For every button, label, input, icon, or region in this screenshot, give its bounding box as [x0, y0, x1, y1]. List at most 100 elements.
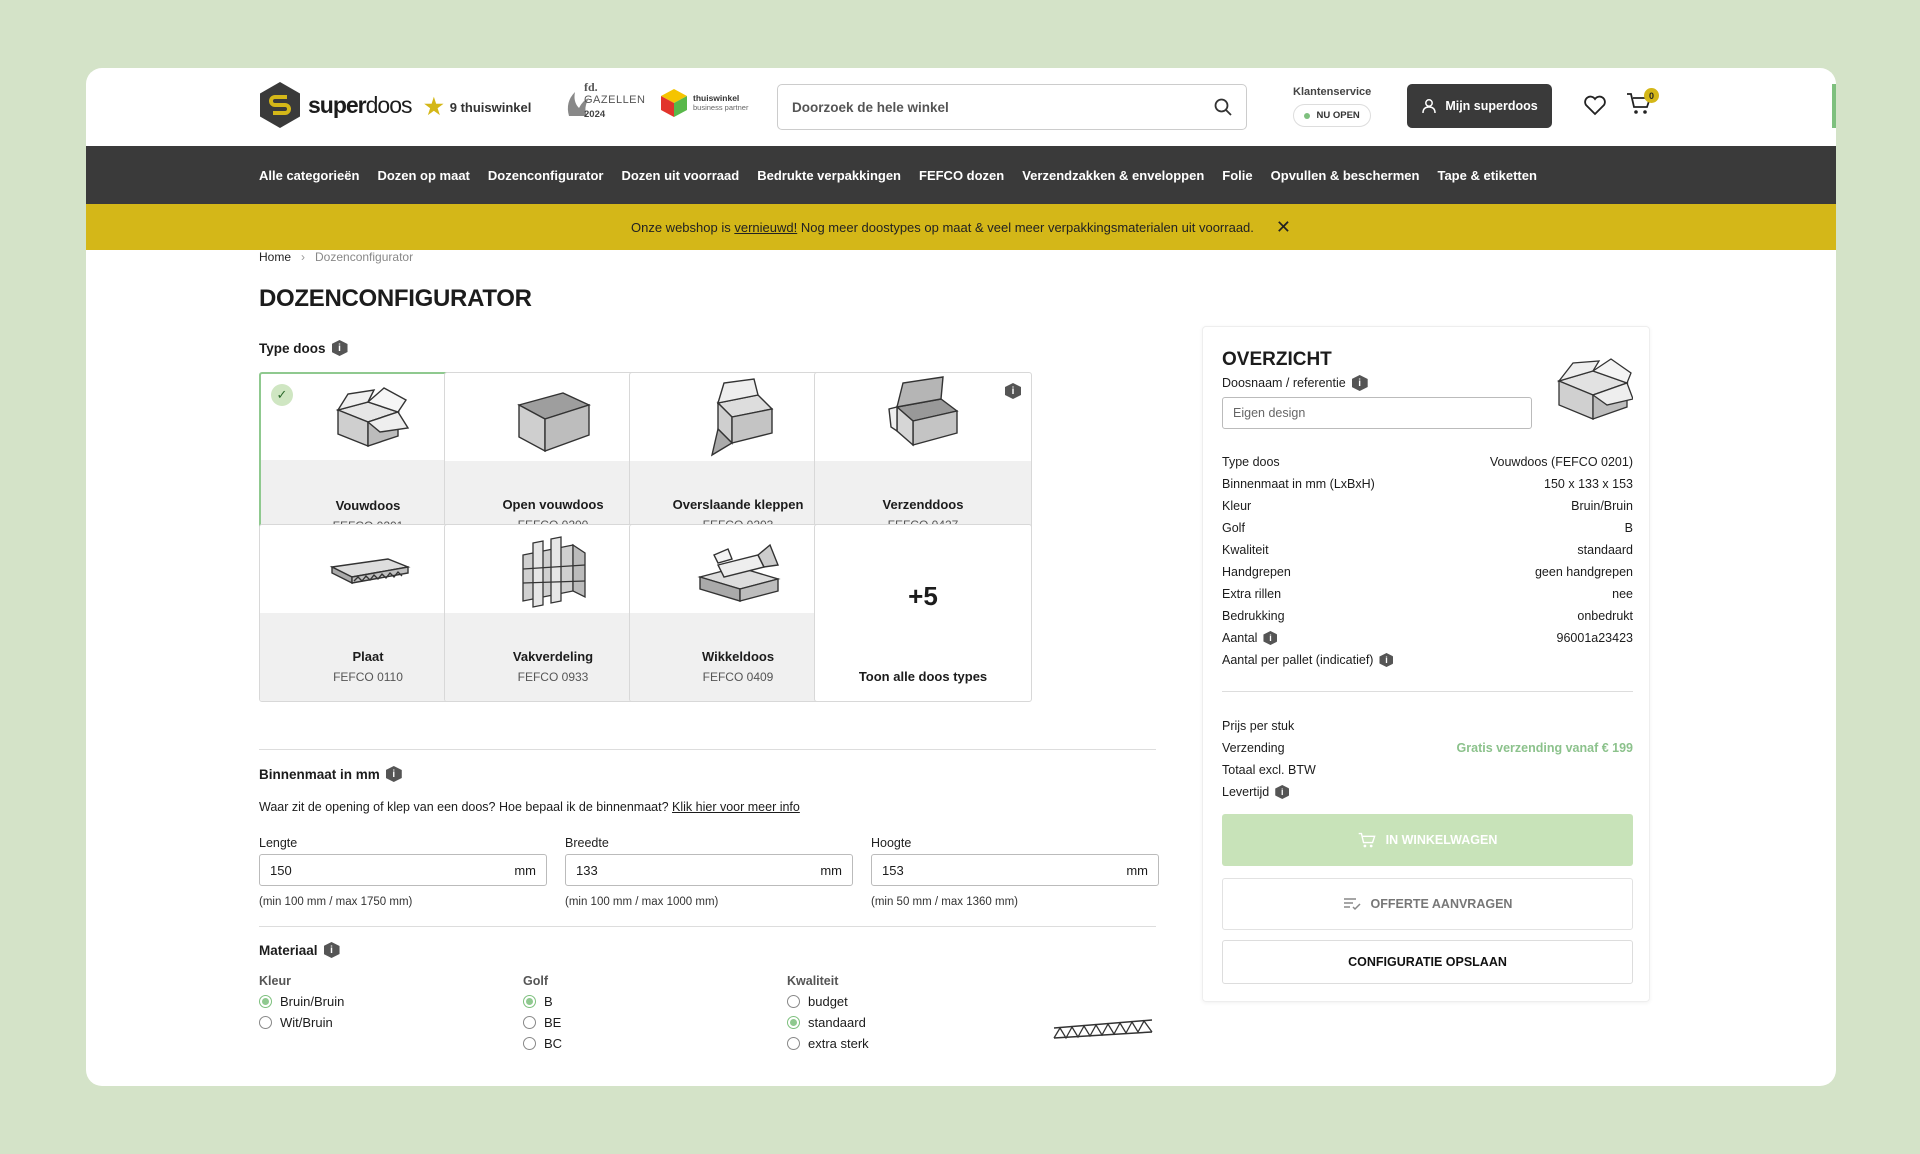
- dim-input[interactable]: 150 mm: [259, 854, 547, 886]
- name-field-label: Doosnaam / referentie i: [1222, 375, 1368, 391]
- overview-prices: Prijs per stuk Verzending Gratis verzendin…: [1222, 715, 1633, 803]
- dim-hint: (min 50 mm / max 1360 mm): [871, 896, 1018, 908]
- overview-row-label: Prijs per stuk: [1222, 719, 1294, 733]
- material-section-title: Materiaal i: [259, 942, 340, 958]
- radio-option[interactable]: standaard: [787, 1015, 869, 1030]
- info-icon[interactable]: i: [331, 340, 348, 356]
- dim-unit: mm: [514, 862, 536, 878]
- row-label-text: Aantal per pallet (indicatief): [1222, 653, 1374, 667]
- chevron-right-icon: ›: [301, 250, 306, 264]
- logo-icon: [260, 82, 300, 128]
- info-icon[interactable]: i: [1263, 631, 1278, 645]
- radio-label: budget: [808, 994, 848, 1009]
- browser-page: superdoos ★ 9 thuiswinkel fd. GAZELLEN 20…: [86, 68, 1836, 1086]
- nav-item[interactable]: Tape & etiketten: [1437, 168, 1536, 183]
- nav-item[interactable]: Folie: [1222, 168, 1252, 183]
- request-quote-button[interactable]: OFFERTE AANVRAGEN: [1222, 878, 1633, 930]
- overview-row-label: Extra rillen: [1222, 587, 1281, 601]
- box-preview-icon: [1557, 358, 1633, 420]
- my-account-button[interactable]: Mijn superdoos: [1407, 84, 1552, 128]
- overview-row-value: 96001a23423: [1556, 631, 1633, 645]
- nav-item[interactable]: Dozen uit voorraad: [621, 168, 739, 183]
- box-6-icon: [697, 543, 781, 602]
- radio-button[interactable]: [523, 1037, 536, 1050]
- radio-button[interactable]: [259, 995, 272, 1008]
- radio-label: standaard: [808, 1015, 866, 1030]
- heart-icon[interactable]: [1583, 94, 1607, 116]
- overview-row-value: nee: [1612, 587, 1633, 601]
- logo[interactable]: superdoos: [258, 81, 413, 129]
- overview-row: Aantal i 96001a23423: [1222, 627, 1633, 649]
- row-label-text: Levertijd: [1222, 785, 1270, 799]
- radio-option[interactable]: budget: [787, 994, 869, 1009]
- radio-button[interactable]: [787, 1016, 800, 1029]
- radio-button[interactable]: [523, 995, 536, 1008]
- radio-option[interactable]: BE: [523, 1015, 562, 1030]
- quote-icon: [1343, 898, 1361, 911]
- nav-item[interactable]: Verzendzakken & enveloppen: [1022, 168, 1204, 183]
- radio-option[interactable]: Bruin/Bruin: [259, 994, 344, 1009]
- info-icon[interactable]: i: [1351, 375, 1368, 391]
- row-label-text: Prijs per stuk: [1222, 719, 1295, 733]
- radio-option[interactable]: B: [523, 994, 562, 1009]
- dims-info-link[interactable]: Klik hier voor meer info: [672, 800, 800, 814]
- row-label-text: Verzending: [1222, 741, 1285, 755]
- radio-option[interactable]: extra sterk: [787, 1036, 869, 1051]
- nav-item[interactable]: Opvullen & beschermen: [1271, 168, 1420, 183]
- info-icon[interactable]: i: [1379, 653, 1394, 667]
- dim-value: 150: [270, 862, 292, 878]
- dim-hint: (min 100 mm / max 1000 mm): [565, 896, 719, 908]
- nav-item[interactable]: Dozenconfigurator: [488, 168, 604, 183]
- cube-icon: [661, 89, 687, 117]
- dim-unit: mm: [820, 862, 842, 878]
- dim-unit: mm: [1126, 862, 1148, 878]
- show-all-types-card[interactable]: +5 Toon alle doos types: [814, 524, 1032, 702]
- site-header: superdoos ★ 9 thuiswinkel fd. GAZELLEN 20…: [86, 68, 1836, 146]
- overview-row-value: standaard: [1577, 543, 1633, 557]
- radio-button[interactable]: [523, 1016, 536, 1029]
- rating-text: 9 thuiswinkel: [449, 99, 532, 115]
- info-icon[interactable]: i: [1275, 785, 1290, 799]
- radio-label: Wit/Bruin: [280, 1015, 333, 1030]
- dim-value: 153: [882, 862, 904, 878]
- user-icon: [1422, 99, 1437, 114]
- radio-option[interactable]: BC: [523, 1036, 562, 1051]
- fd-gazellen-badge: fd. GAZELLEN 2024: [564, 80, 645, 124]
- kleur-radio-group: Bruin/Bruin Wit/Bruin: [259, 994, 344, 1036]
- row-label-text: Kleur: [1222, 499, 1252, 513]
- golf-label: Golf: [523, 974, 548, 988]
- nav-item[interactable]: Alle categorieën: [259, 168, 359, 183]
- row-label-text: Binnenmaat in mm (LxBxH): [1222, 477, 1375, 491]
- dim-input[interactable]: 153 mm: [871, 854, 1159, 886]
- fd-text: fd.: [584, 80, 598, 94]
- search-icon[interactable]: [1214, 98, 1232, 116]
- box-2-icon: [710, 378, 774, 457]
- radio-button[interactable]: [259, 1016, 272, 1029]
- radio-label: B: [544, 994, 553, 1009]
- search-placeholder: Doorzoek de hele winkel: [792, 99, 949, 115]
- dim-input[interactable]: 133 mm: [565, 854, 853, 886]
- radio-option[interactable]: Wit/Bruin: [259, 1015, 344, 1030]
- type-section-label: Type doos: [259, 340, 326, 356]
- radio-button[interactable]: [787, 995, 800, 1008]
- info-icon[interactable]: i: [323, 942, 340, 958]
- overview-row: Kwaliteit standaard: [1222, 539, 1633, 561]
- dims-question: Waar zit de opening of klep van een doos…: [259, 800, 669, 814]
- add-to-cart-button[interactable]: IN WINKELWAGEN: [1222, 814, 1633, 866]
- save-config-button[interactable]: CONFIGURATIE OPSLAAN: [1222, 940, 1633, 984]
- nav-item[interactable]: Dozen op maat: [377, 168, 469, 183]
- overview-row: Handgrepen geen handgrepen: [1222, 561, 1633, 583]
- close-icon[interactable]: ✕: [1276, 217, 1291, 238]
- customer-service[interactable]: Klantenservice NU OPEN: [1293, 86, 1371, 127]
- breadcrumb-home[interactable]: Home: [259, 250, 291, 264]
- box-name-input[interactable]: Eigen design: [1222, 397, 1532, 429]
- page-title: DOZENCONFIGURATOR: [259, 285, 532, 312]
- banner-link[interactable]: vernieuwd!: [734, 220, 797, 235]
- search-input[interactable]: Doorzoek de hele winkel: [777, 84, 1247, 130]
- nav-item[interactable]: FEFCO dozen: [919, 168, 1004, 183]
- radio-button[interactable]: [787, 1037, 800, 1050]
- overview-panel: OVERZICHT Doosnaam / referentie i Eigen d…: [1202, 326, 1650, 1002]
- dim-label: Breedte: [565, 836, 609, 850]
- nav-item[interactable]: Bedrukte verpakkingen: [757, 168, 901, 183]
- info-icon[interactable]: i: [385, 766, 402, 782]
